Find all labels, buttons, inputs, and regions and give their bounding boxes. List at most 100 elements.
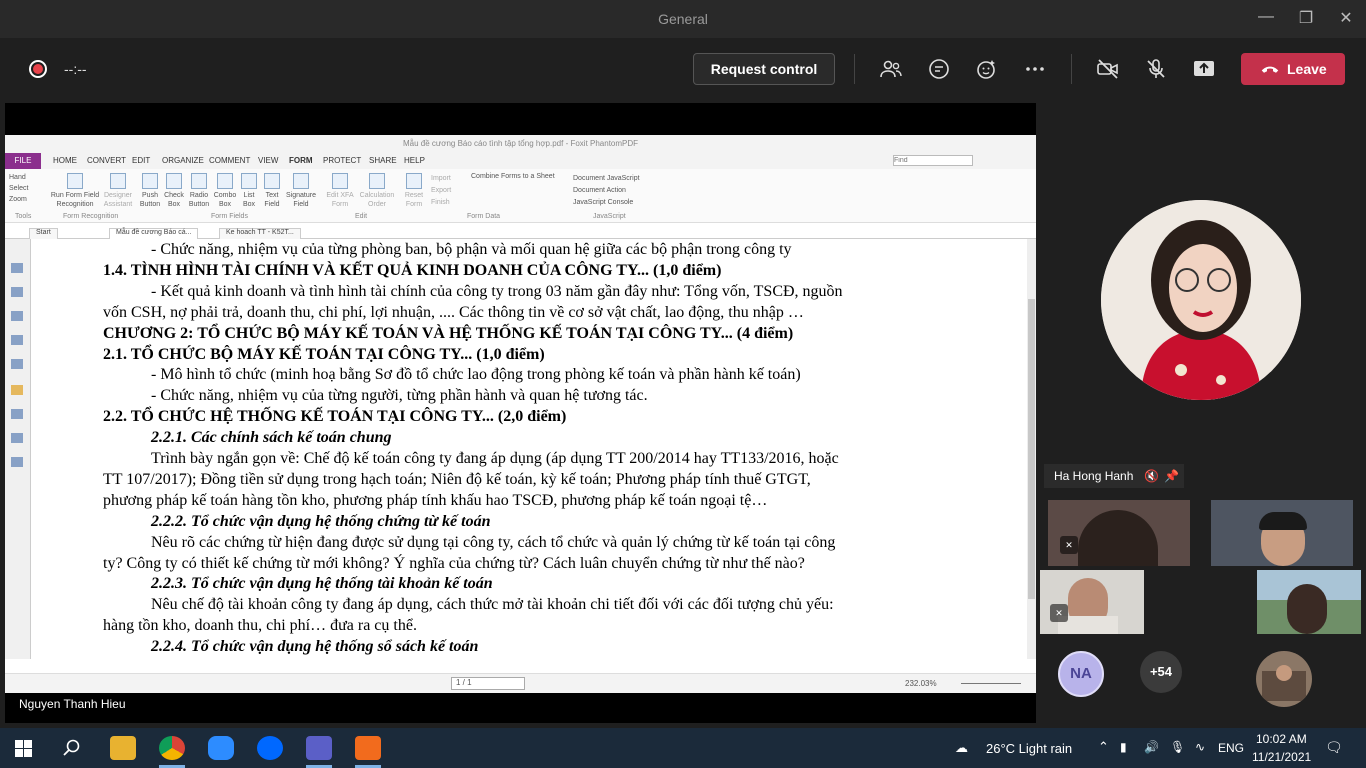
group-label: Edit xyxy=(355,213,368,220)
participant-video[interactable] xyxy=(1211,500,1353,566)
tab-organize[interactable]: ORGANIZE xyxy=(162,156,204,165)
hand-tool[interactable]: Hand xyxy=(9,172,28,183)
push-button[interactable]: Push Button xyxy=(139,173,161,209)
toolbar-divider xyxy=(854,54,855,84)
designer-assistant-button[interactable]: Designer Assistant xyxy=(103,173,133,209)
select-tool[interactable]: Select xyxy=(9,183,28,194)
document-javascript-button[interactable]: Document JavaScript xyxy=(573,173,640,185)
reset-form-button[interactable]: Reset Form xyxy=(403,173,425,209)
mic-off-icon[interactable] xyxy=(1144,57,1168,81)
import-button[interactable]: Import xyxy=(431,173,451,185)
windows-start-icon[interactable] xyxy=(15,740,32,757)
pinned-participant-video[interactable] xyxy=(1101,200,1301,400)
participants-icon[interactable] xyxy=(879,57,903,81)
pdf-scrollbar[interactable] xyxy=(1027,239,1036,659)
tab-home[interactable]: HOME xyxy=(53,156,77,165)
text-field-button[interactable]: Text Field xyxy=(261,173,283,209)
zoom-tool[interactable]: Zoom xyxy=(9,194,28,205)
page-indicator[interactable]: 1 / 1 xyxy=(451,677,525,690)
chevron-up-icon[interactable]: ⌃ xyxy=(1098,739,1109,755)
share-screen-icon[interactable] xyxy=(1192,57,1216,81)
tab-edit[interactable]: EDIT xyxy=(132,156,150,165)
foxit-icon[interactable] xyxy=(355,736,381,760)
participant-avatar-na[interactable]: NA xyxy=(1058,651,1104,697)
weather-icon[interactable]: ☁ xyxy=(955,740,968,756)
document-line: Nêu chế độ tài khoản công ty đang áp dụn… xyxy=(151,596,834,614)
notifications-icon[interactable]: 🗨 xyxy=(1325,739,1343,756)
signature-field-button[interactable]: Signature Field xyxy=(285,173,317,209)
zoom-app-icon[interactable] xyxy=(208,736,234,760)
more-options-icon[interactable] xyxy=(1023,57,1047,81)
edit-xfa-form-button[interactable]: Edit XFA Form xyxy=(323,173,357,209)
more-participants-button[interactable]: +54 xyxy=(1140,651,1182,693)
foxit-ribbon: Hand Select Zoom Run Form Field Recognit… xyxy=(5,169,1036,223)
chrome-icon[interactable] xyxy=(159,736,185,760)
chat-icon[interactable] xyxy=(927,57,951,81)
export-button[interactable]: Export xyxy=(431,185,451,197)
tab-help[interactable]: HELP xyxy=(404,156,425,165)
file-explorer-icon[interactable] xyxy=(110,736,136,760)
zalo-icon[interactable] xyxy=(257,736,283,760)
pin-icon[interactable]: 📌 xyxy=(1164,464,1179,488)
lock-icon[interactable] xyxy=(11,385,23,395)
tab-form[interactable]: FORM xyxy=(289,156,313,165)
maximize-icon[interactable]: ❐ xyxy=(1294,8,1318,30)
minimize-icon[interactable]: — xyxy=(1254,8,1278,30)
network-icon[interactable]: ∿ xyxy=(1195,740,1205,754)
leave-button[interactable]: Leave xyxy=(1241,53,1345,85)
participant-video[interactable]: ✕ xyxy=(1040,570,1144,634)
teams-icon[interactable] xyxy=(306,736,332,760)
combine-forms-button[interactable]: Combine Forms to a Sheet xyxy=(471,173,555,180)
calculation-order-button[interactable]: Calculation Order xyxy=(359,173,395,209)
tab-comment[interactable]: COMMENT xyxy=(209,156,250,165)
request-control-button[interactable]: Request control xyxy=(693,53,835,85)
document-action-button[interactable]: Document Action xyxy=(573,185,640,197)
document-line: 2.1. TỔ CHỨC BỘ MÁY KẾ TOÁN TẠI CÔNG TY.… xyxy=(103,345,545,363)
check-box-button[interactable]: Check Box xyxy=(163,173,185,209)
tab-convert[interactable]: CONVERT xyxy=(87,156,126,165)
doc-tab[interactable]: Ke hoach TT - K52T... xyxy=(219,228,301,239)
doc-tab-active[interactable]: Mẫu đề cương Báo cá... xyxy=(109,228,199,239)
zoom-slider[interactable] xyxy=(961,683,1021,684)
search-icon[interactable] xyxy=(63,739,81,757)
zoom-level[interactable]: 232.03% xyxy=(905,679,937,688)
clock-time[interactable]: 10:02 AM xyxy=(1256,732,1307,746)
reactions-icon[interactable] xyxy=(975,57,999,81)
combo-box-button[interactable]: Combo Box xyxy=(213,173,237,209)
sidebar-icon[interactable] xyxy=(11,287,23,297)
form-recognition-button[interactable]: Run Form Field Recognition xyxy=(49,173,101,209)
foxit-file-tab[interactable]: FILE xyxy=(5,153,41,169)
participant-video[interactable] xyxy=(1257,570,1361,634)
tab-share[interactable]: SHARE xyxy=(369,156,397,165)
sidebar-icon[interactable] xyxy=(11,311,23,321)
sidebar-icon[interactable] xyxy=(11,359,23,369)
group-label: Tools xyxy=(15,213,32,220)
volume-icon[interactable]: 🔊 xyxy=(1144,740,1159,754)
participant-video[interactable]: ✕ xyxy=(1048,500,1190,566)
clock-date[interactable]: 11/21/2021 xyxy=(1252,750,1311,764)
mic-off-icon: ✕ xyxy=(1050,604,1068,622)
sidebar-icon[interactable] xyxy=(11,457,23,467)
radio-button-button[interactable]: Radio Button xyxy=(187,173,211,209)
foxit-titlebar: Mẫu đề cương Báo cáo tình tập tổng hợp.p… xyxy=(5,135,1036,153)
list-box-button[interactable]: List Box xyxy=(239,173,259,209)
javascript-console-button[interactable]: JavaScript Console xyxy=(573,197,640,209)
foxit-statusbar: 1 / 1 232.03% xyxy=(5,673,1036,693)
camera-off-icon[interactable] xyxy=(1096,57,1120,81)
language-indicator[interactable]: ENG xyxy=(1218,741,1244,755)
battery-icon[interactable]: ▮ xyxy=(1120,740,1127,754)
sidebar-icon[interactable] xyxy=(11,263,23,273)
microphone-icon[interactable]: 🎙 xyxy=(1170,740,1185,754)
tab-protect[interactable]: PROTECT xyxy=(323,156,361,165)
sidebar-icon[interactable] xyxy=(11,335,23,345)
sidebar-icon[interactable] xyxy=(11,433,23,443)
participant-avatar-photo[interactable] xyxy=(1256,651,1312,707)
close-icon[interactable]: ✕ xyxy=(1334,8,1358,30)
sidebar-icon[interactable] xyxy=(11,409,23,419)
weather-text[interactable]: 26°C Light rain xyxy=(986,741,1072,756)
pinned-participant-name: Ha Hong Hanh xyxy=(1054,469,1134,483)
tab-view[interactable]: VIEW xyxy=(258,156,278,165)
foxit-search-input[interactable] xyxy=(893,155,973,166)
finish-button[interactable]: Finish xyxy=(431,197,451,209)
doc-tab-start[interactable]: Start xyxy=(29,228,58,239)
